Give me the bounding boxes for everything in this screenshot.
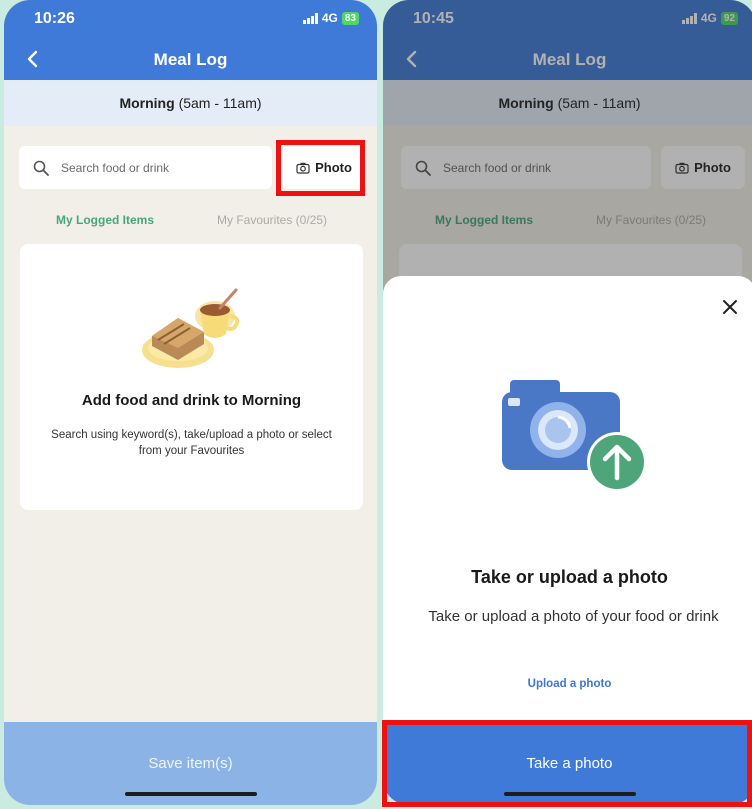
close-icon[interactable] — [719, 296, 741, 318]
network-label: 4G — [321, 11, 338, 25]
signal-icon — [302, 12, 318, 24]
meal-period-banner: Morning (5am - 11am) — [4, 80, 377, 126]
header: 10:26 4G 83 Meal Log — [4, 0, 377, 80]
food-illustration-icon — [142, 288, 240, 368]
home-indicator — [503, 792, 636, 796]
search-placeholder: Search food or drink — [61, 160, 170, 175]
phone-screen-left: 10:26 4G 83 Meal Log Morning (5am - 11am… — [4, 0, 377, 805]
empty-state-card: Add food and drink to Morning Search usi… — [20, 244, 363, 510]
photo-bottom-sheet: Take or upload a photo Take or upload a … — [383, 276, 752, 805]
page-title: Meal Log — [153, 50, 228, 69]
search-input[interactable]: Search food or drink — [19, 146, 272, 189]
upload-photo-link[interactable]: Upload a photo — [383, 678, 752, 690]
status-time: 10:26 — [34, 10, 75, 27]
tab-my-logged-items[interactable]: My Logged Items — [56, 213, 154, 227]
photo-button[interactable]: Photo — [282, 146, 366, 189]
search-icon — [33, 160, 49, 176]
tab-bar: My Logged Items My Favourites (0/25) — [4, 213, 377, 233]
status-indicators: 4G 83 — [302, 11, 359, 25]
tab-my-favourites[interactable]: My Favourites (0/25) — [217, 213, 327, 227]
home-indicator — [124, 792, 257, 796]
phone-screen-right: 10:45 4G 92 Meal Log Morning (5am - 11am… — [383, 0, 752, 805]
empty-state-description: Search using keyword(s), take/upload a p… — [51, 429, 332, 457]
sheet-title: Take or upload a photo — [471, 567, 668, 587]
camera-icon — [296, 162, 310, 174]
camera-upload-illustration-icon — [502, 380, 647, 492]
meal-period-name: Morning — [119, 95, 175, 111]
empty-state-title: Add food and drink to Morning — [81, 392, 302, 409]
battery-icon: 83 — [341, 11, 359, 25]
meal-period-range: (5am - 11am) — [178, 95, 262, 111]
sheet-description: Take or upload a photo of your food or d… — [428, 608, 719, 625]
photo-button-label: Photo — [315, 160, 352, 175]
